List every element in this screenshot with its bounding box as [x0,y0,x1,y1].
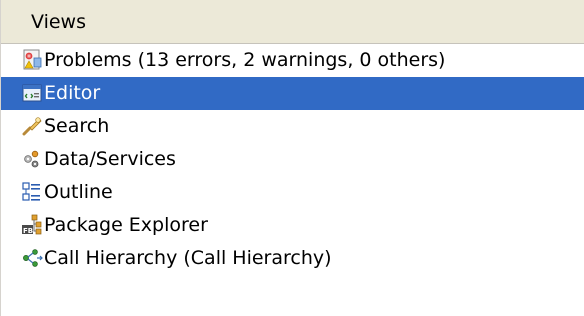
outline-icon [21,181,43,203]
list-item-label: Problems (13 errors, 2 warnings, 0 other… [44,49,446,71]
list-item-label: Data/Services [44,148,176,170]
views-list: Problems (13 errors, 2 warnings, 0 other… [1,44,584,275]
call-hierarchy-icon [21,247,43,269]
list-item-editor[interactable]: Editor [1,77,584,110]
list-item-problems[interactable]: Problems (13 errors, 2 warnings, 0 other… [1,44,584,77]
list-item-package-explorer[interactable]: FB Package Explorer [1,209,584,242]
list-item-search[interactable]: Search [1,110,584,143]
editor-icon [21,82,43,104]
list-item-label: Call Hierarchy (Call Hierarchy) [44,247,332,269]
list-item-label: Package Explorer [44,214,208,236]
list-item-label: Editor [44,82,101,104]
list-item-outline[interactable]: Outline [1,176,584,209]
svg-text:FB: FB [23,227,33,235]
search-icon [21,115,43,137]
views-panel: Views Problems (13 errors, 2 warnings, 0… [0,0,584,316]
list-item-label: Outline [44,181,113,203]
problems-icon [21,49,43,71]
list-item-call-hierarchy[interactable]: Call Hierarchy (Call Hierarchy) [1,242,584,275]
package-explorer-icon: FB [21,214,43,236]
list-item-data-services[interactable]: Data/Services [1,143,584,176]
list-item-label: Search [44,115,110,137]
data-services-icon [21,148,43,170]
views-header: Views [1,0,584,44]
views-header-label: Views [31,11,86,33]
